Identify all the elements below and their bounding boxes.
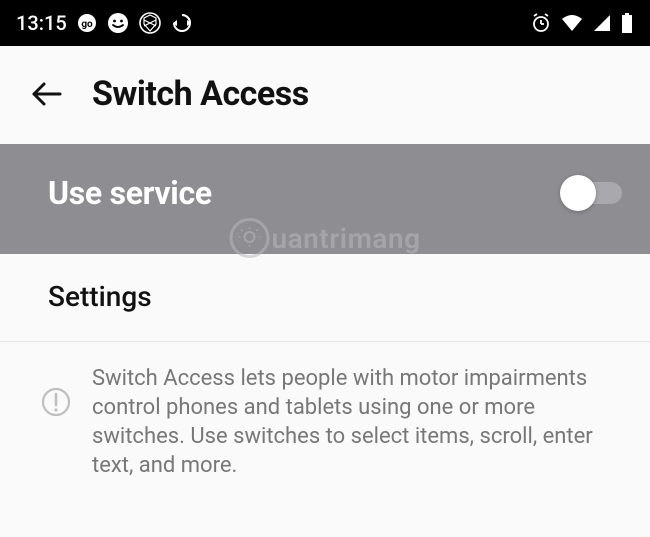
use-service-toggle[interactable] — [566, 182, 622, 204]
settings-row[interactable]: Settings — [0, 254, 650, 342]
svg-text:go: go — [81, 19, 93, 30]
sync-icon — [171, 12, 193, 34]
use-service-label: Use service — [48, 174, 212, 212]
status-time: 13:15 — [16, 11, 67, 35]
wifi-icon — [560, 13, 584, 33]
info-circle-icon — [40, 386, 72, 418]
alarm-icon — [530, 12, 552, 34]
watermark-text: uantrimang — [272, 222, 421, 255]
info-text: Switch Access lets people with motor imp… — [92, 364, 622, 480]
page-title: Switch Access — [92, 74, 309, 114]
toggle-knob — [560, 175, 596, 211]
header: Switch Access — [0, 46, 650, 144]
status-bar: 13:15 go — [0, 0, 650, 46]
status-right — [530, 12, 634, 34]
watermark: uantrimang — [230, 218, 421, 258]
watermark-lightbulb-icon — [230, 218, 270, 258]
use-service-row[interactable]: Use service uantrimang — [0, 144, 650, 254]
info-row: Switch Access lets people with motor imp… — [0, 342, 650, 502]
smiley-icon — [107, 12, 129, 34]
cellular-signal-icon — [592, 13, 612, 33]
settings-label: Settings — [48, 280, 152, 313]
go-circle-icon: go — [77, 13, 97, 33]
battery-icon — [620, 12, 634, 34]
shield-badge-icon — [139, 12, 161, 34]
back-arrow-icon[interactable] — [28, 76, 64, 112]
status-left: 13:15 go — [16, 11, 193, 35]
